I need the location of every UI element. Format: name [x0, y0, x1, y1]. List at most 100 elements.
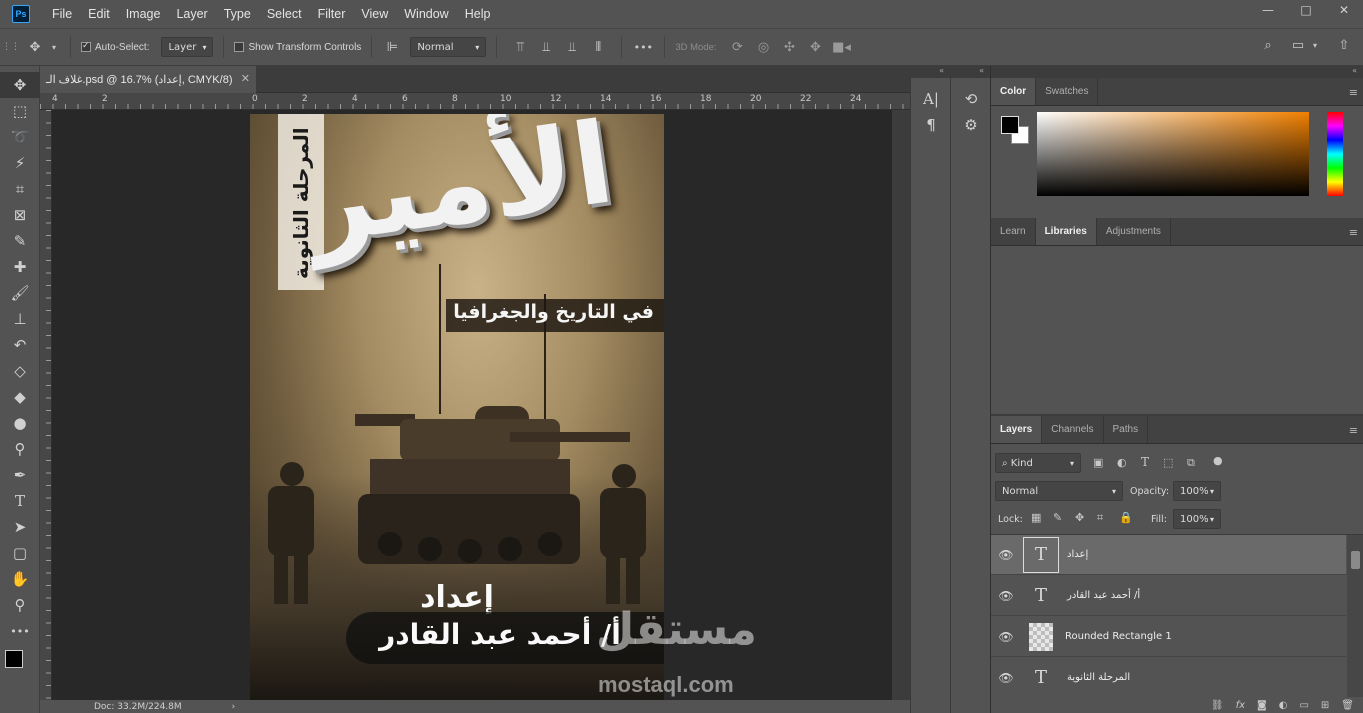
- align-top-icon[interactable]: ⫪: [507, 40, 533, 55]
- menu-type[interactable]: Type: [216, 7, 259, 21]
- filter-smart-object-icon[interactable]: ⧉: [1187, 456, 1195, 470]
- 3d-camera-icon[interactable]: ■◂: [829, 40, 855, 55]
- collapse-panels-icon[interactable]: «: [991, 66, 1363, 78]
- show-transform-checkbox[interactable]: Show Transform Controls: [234, 42, 361, 53]
- search-icon[interactable]: ⌕: [1258, 38, 1278, 53]
- auto-select-target-dropdown[interactable]: Layer ▾: [161, 37, 214, 57]
- move-tool-icon[interactable]: ✥: [0, 72, 40, 98]
- color-spectrum-field[interactable]: [1037, 112, 1309, 196]
- visibility-eye-icon[interactable]: 👁: [991, 671, 1021, 685]
- tab-paths[interactable]: Paths: [1104, 416, 1149, 443]
- brush-tool-icon[interactable]: 🖌: [0, 280, 40, 306]
- menu-select[interactable]: Select: [259, 7, 310, 21]
- tab-swatches[interactable]: Swatches: [1036, 78, 1099, 105]
- filter-shape-icon[interactable]: ⬚: [1163, 456, 1173, 469]
- layer-row[interactable]: 👁 T أ/ أحمد عبد القادر: [991, 576, 1346, 616]
- menu-edit[interactable]: Edit: [80, 7, 118, 21]
- align-vcenter-icon[interactable]: ⫫: [533, 40, 559, 55]
- 3d-slide-icon[interactable]: ✥: [803, 40, 829, 55]
- tab-learn[interactable]: Learn: [991, 218, 1036, 245]
- collapse-panels-icon[interactable]: «: [951, 66, 990, 78]
- layer-row[interactable]: 👁 Rounded Rectangle 1: [991, 617, 1346, 657]
- panel-menu-icon[interactable]: ≡: [1349, 226, 1358, 239]
- magic-wand-tool-icon[interactable]: ⚡: [0, 150, 40, 176]
- lock-position-icon[interactable]: ✥: [1075, 511, 1084, 524]
- lock-all-icon[interactable]: 🔒: [1119, 511, 1133, 524]
- hue-slider[interactable]: [1327, 112, 1343, 196]
- eraser-tool-icon[interactable]: ◇: [0, 358, 40, 384]
- blend-mode-dropdown[interactable]: Normal ▾: [410, 37, 487, 57]
- blur-tool-icon[interactable]: ●: [0, 410, 40, 436]
- lock-artboard-icon[interactable]: ⌗: [1097, 511, 1103, 525]
- tab-color[interactable]: Color: [991, 78, 1037, 105]
- tab-libraries[interactable]: Libraries: [1035, 218, 1097, 245]
- close-tab-icon[interactable]: ✕: [241, 72, 250, 85]
- color-foreground-swatch[interactable]: [1001, 116, 1019, 134]
- lock-transparent-icon[interactable]: ▦: [1031, 511, 1041, 524]
- menu-file[interactable]: File: [44, 7, 80, 21]
- menu-layer[interactable]: Layer: [168, 7, 215, 21]
- layer-blend-mode-dropdown[interactable]: Normal ▾: [995, 481, 1123, 501]
- path-selection-tool-icon[interactable]: ➤: [0, 514, 40, 540]
- zoom-tool-icon[interactable]: ⚲: [0, 592, 40, 618]
- canvas-vertical-scrollbar[interactable]: [892, 110, 910, 700]
- menu-image[interactable]: Image: [118, 7, 169, 21]
- menu-view[interactable]: View: [353, 7, 396, 21]
- type-tool-icon[interactable]: T: [0, 488, 40, 514]
- hand-tool-icon[interactable]: ✋: [0, 566, 40, 592]
- chevron-down-icon[interactable]: ▾: [1310, 41, 1320, 50]
- layer-row[interactable]: 👁 T إعداد: [991, 535, 1346, 575]
- menu-help[interactable]: Help: [457, 7, 499, 21]
- collapse-panels-icon[interactable]: «: [911, 66, 950, 78]
- close-window-button[interactable]: ✕: [1325, 0, 1363, 20]
- auto-select-checkbox[interactable]: Auto-Select:: [81, 40, 149, 53]
- filter-adjustment-icon[interactable]: ◐: [1117, 456, 1127, 469]
- new-layer-icon[interactable]: ⊞: [1321, 700, 1329, 711]
- panel-menu-icon[interactable]: ≡: [1349, 86, 1358, 99]
- lock-pixels-icon[interactable]: ✎: [1053, 511, 1062, 524]
- minimize-button[interactable]: —: [1249, 0, 1287, 20]
- visibility-eye-icon[interactable]: 👁: [991, 630, 1021, 644]
- crop-tool-icon[interactable]: ⌗: [0, 176, 40, 202]
- filter-type-icon[interactable]: T: [1141, 455, 1149, 469]
- workspace-icon[interactable]: ▭: [1288, 38, 1308, 53]
- panel-menu-icon[interactable]: ≡: [1349, 424, 1358, 437]
- character-panel-icon[interactable]: A|: [911, 86, 951, 112]
- marquee-tool-icon[interactable]: ⬚: [0, 98, 40, 124]
- properties-panel-icon[interactable]: ⚙: [951, 112, 991, 138]
- more-options-icon[interactable]: •••: [632, 41, 654, 54]
- align-left-edges-icon[interactable]: ⊫: [382, 40, 402, 55]
- share-icon[interactable]: ⇧: [1334, 38, 1354, 53]
- tab-layers[interactable]: Layers: [991, 416, 1043, 443]
- document-tab[interactable]: غلاف الـ.psd @ 16.7% (إعداد, CMYK/8) ✕: [40, 66, 256, 93]
- distribute-icon[interactable]: ⦀: [585, 40, 611, 55]
- status-menu-arrow-icon[interactable]: ›: [232, 702, 236, 712]
- new-group-icon[interactable]: ▭: [1299, 700, 1308, 711]
- tab-channels[interactable]: Channels: [1042, 416, 1104, 443]
- fill-input[interactable]: 100% ▾: [1173, 509, 1221, 529]
- menu-filter[interactable]: Filter: [310, 7, 354, 21]
- delete-layer-icon[interactable]: 🗑: [1341, 700, 1354, 711]
- paint-bucket-tool-icon[interactable]: ◆: [0, 384, 40, 410]
- eyedropper-tool-icon[interactable]: ✎: [0, 228, 40, 254]
- 3d-roll-icon[interactable]: ◎: [751, 40, 777, 55]
- clone-stamp-tool-icon[interactable]: ⊥: [0, 306, 40, 332]
- 3d-orbit-icon[interactable]: ⟳: [725, 40, 751, 55]
- link-layers-icon[interactable]: ⛓: [1211, 700, 1224, 711]
- menu-window[interactable]: Window: [396, 7, 456, 21]
- visibility-eye-icon[interactable]: 👁: [991, 548, 1021, 562]
- dodge-tool-icon[interactable]: ⚲: [0, 436, 40, 462]
- move-tool-preset-icon[interactable]: ✥: [22, 40, 48, 55]
- adjustment-layer-icon[interactable]: ◐: [1279, 700, 1288, 711]
- visibility-eye-icon[interactable]: 👁: [991, 589, 1021, 603]
- pen-tool-icon[interactable]: ✒: [0, 462, 40, 488]
- add-mask-icon[interactable]: ◙: [1257, 700, 1267, 711]
- layer-filter-dropdown[interactable]: ⌕ Kind ▾: [995, 453, 1081, 473]
- foreground-color-swatch[interactable]: [5, 650, 23, 668]
- tab-adjustments[interactable]: Adjustments: [1097, 218, 1171, 245]
- history-brush-tool-icon[interactable]: ↶: [0, 332, 40, 358]
- align-bottom-icon[interactable]: ⫫: [559, 40, 585, 55]
- layer-list-scrollbar[interactable]: [1347, 535, 1363, 697]
- shape-tool-icon[interactable]: ▢: [0, 540, 40, 566]
- lasso-tool-icon[interactable]: ➰: [0, 124, 40, 150]
